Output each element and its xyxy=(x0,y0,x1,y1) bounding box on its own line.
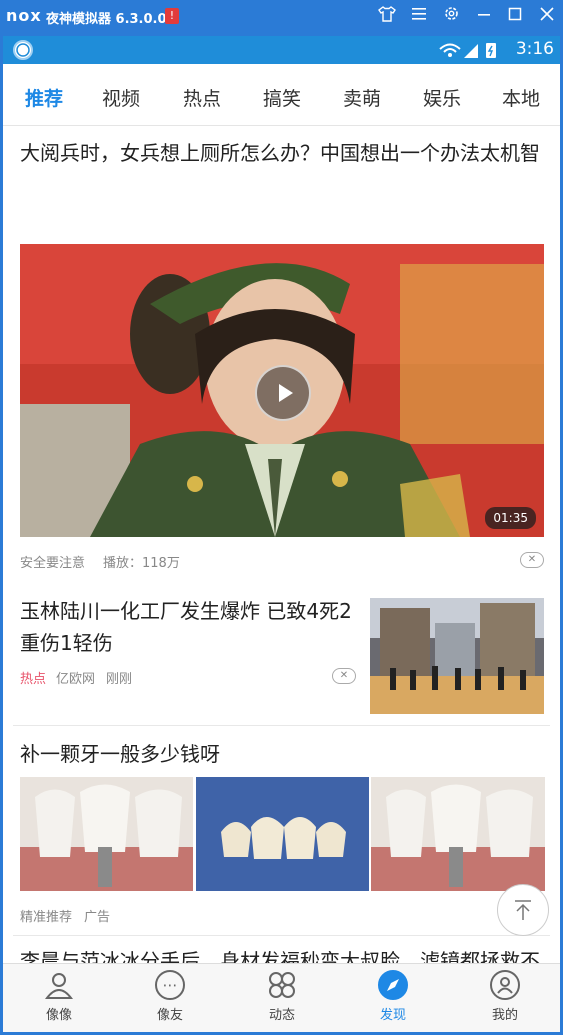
divider xyxy=(13,935,550,936)
nav-item-mine[interactable]: 我的 xyxy=(470,970,540,1023)
tab-funny[interactable]: 搞笑 xyxy=(263,84,301,111)
emulator-title: 夜神模拟器 6.3.0.0 xyxy=(46,12,167,27)
tab-local[interactable]: 本地 xyxy=(502,84,540,111)
dismiss-icon[interactable]: ✕ xyxy=(332,668,356,684)
article-thumbnail[interactable] xyxy=(370,598,544,714)
tab-hot[interactable]: 热点 xyxy=(183,84,221,111)
feed-item-title[interactable]: 补一颗牙一般多少钱呀 xyxy=(20,738,545,770)
nav-item-discover[interactable]: 发现 xyxy=(358,970,428,1023)
tab-entertainment[interactable]: 娱乐 xyxy=(423,84,461,111)
feed-item-time: 刚刚 xyxy=(106,672,133,687)
app-notification-icon xyxy=(13,40,33,60)
gear-icon[interactable] xyxy=(439,5,463,27)
nav-label: 动态 xyxy=(268,1008,295,1023)
video-thumbnail[interactable]: 01:35 xyxy=(20,244,544,537)
divider xyxy=(13,725,550,726)
nav-label: 发现 xyxy=(379,1008,406,1023)
feed-item-source: 安全要注意 xyxy=(20,556,86,571)
feed-item-title[interactable]: 玉林陆川一化工厂发生爆炸 已致4死2重伤1轻伤 xyxy=(20,595,360,659)
nav-label: 像像 xyxy=(45,1008,72,1023)
feed-item-source: 精准推荐 xyxy=(20,910,73,925)
feed-item-title[interactable]: 大阅兵时，女兵想上厕所怎么办？中国想出一个办法太机智 xyxy=(20,137,545,169)
ad-image[interactable] xyxy=(196,777,369,891)
nav-item-friends[interactable]: ⋯ 像友 xyxy=(135,970,205,1023)
maximize-icon[interactable] xyxy=(503,5,527,27)
category-tabs: 推荐 视频 热点 搞笑 卖萌 娱乐 本地 xyxy=(3,64,560,126)
nav-item-xiangxiang[interactable]: 像像 xyxy=(24,970,94,1023)
video-duration: 01:35 xyxy=(485,507,536,529)
ad-image[interactable] xyxy=(371,777,545,891)
people-icon xyxy=(44,970,74,1000)
phone-screen: 3:16 推荐 视频 热点 搞笑 卖萌 娱乐 本地 大阅兵时，女兵想上厕所怎么办… xyxy=(3,36,560,1032)
feed-item-source: 亿欧网 xyxy=(56,672,96,687)
clover-icon xyxy=(267,970,297,1000)
clock: 3:16 xyxy=(515,39,554,59)
nav-item-moments[interactable]: 动态 xyxy=(247,970,317,1023)
tab-video[interactable]: 视频 xyxy=(102,84,140,111)
compass-icon xyxy=(378,970,408,1000)
feed-item-plays: 播放：118万 xyxy=(103,556,180,571)
shirt-icon[interactable] xyxy=(375,5,399,27)
minimize-icon[interactable] xyxy=(472,5,496,27)
nav-label: 像友 xyxy=(156,1008,183,1023)
wifi-signal-battery-icons xyxy=(438,41,508,63)
tab-recommend[interactable]: 推荐 xyxy=(25,84,63,111)
news-feed: 大阅兵时，女兵想上厕所怎么办？中国想出一个办法太机智 01:35 安全要注意 播… xyxy=(3,127,560,963)
user-icon xyxy=(490,970,520,1000)
emulator-title-bar: nox 夜神模拟器 6.3.0.0 ! xyxy=(0,0,563,33)
ad-tag: 广告 xyxy=(84,910,111,925)
ad-image[interactable] xyxy=(20,777,193,891)
hot-tag: 热点 xyxy=(20,672,47,687)
bottom-navigation: 像像 ⋯ 像友 动态 发现 我的 xyxy=(3,963,560,1032)
play-button[interactable] xyxy=(255,365,311,421)
close-icon[interactable] xyxy=(535,5,559,27)
chat-icon: ⋯ xyxy=(155,970,185,1000)
nox-logo: nox xyxy=(6,6,42,25)
android-status-bar: 3:16 xyxy=(3,36,560,64)
menu-icon[interactable] xyxy=(407,5,431,27)
tab-cute[interactable]: 卖萌 xyxy=(343,84,381,111)
back-to-top-button[interactable] xyxy=(497,884,549,936)
feed-item-title[interactable]: 李晨与范冰冰分手后，身材发福秒变大叔脸，滤镜都拯救不了他！ xyxy=(20,945,548,963)
nav-label: 我的 xyxy=(491,1008,518,1023)
dismiss-icon[interactable]: ✕ xyxy=(520,552,544,568)
warning-icon[interactable]: ! xyxy=(165,8,179,24)
